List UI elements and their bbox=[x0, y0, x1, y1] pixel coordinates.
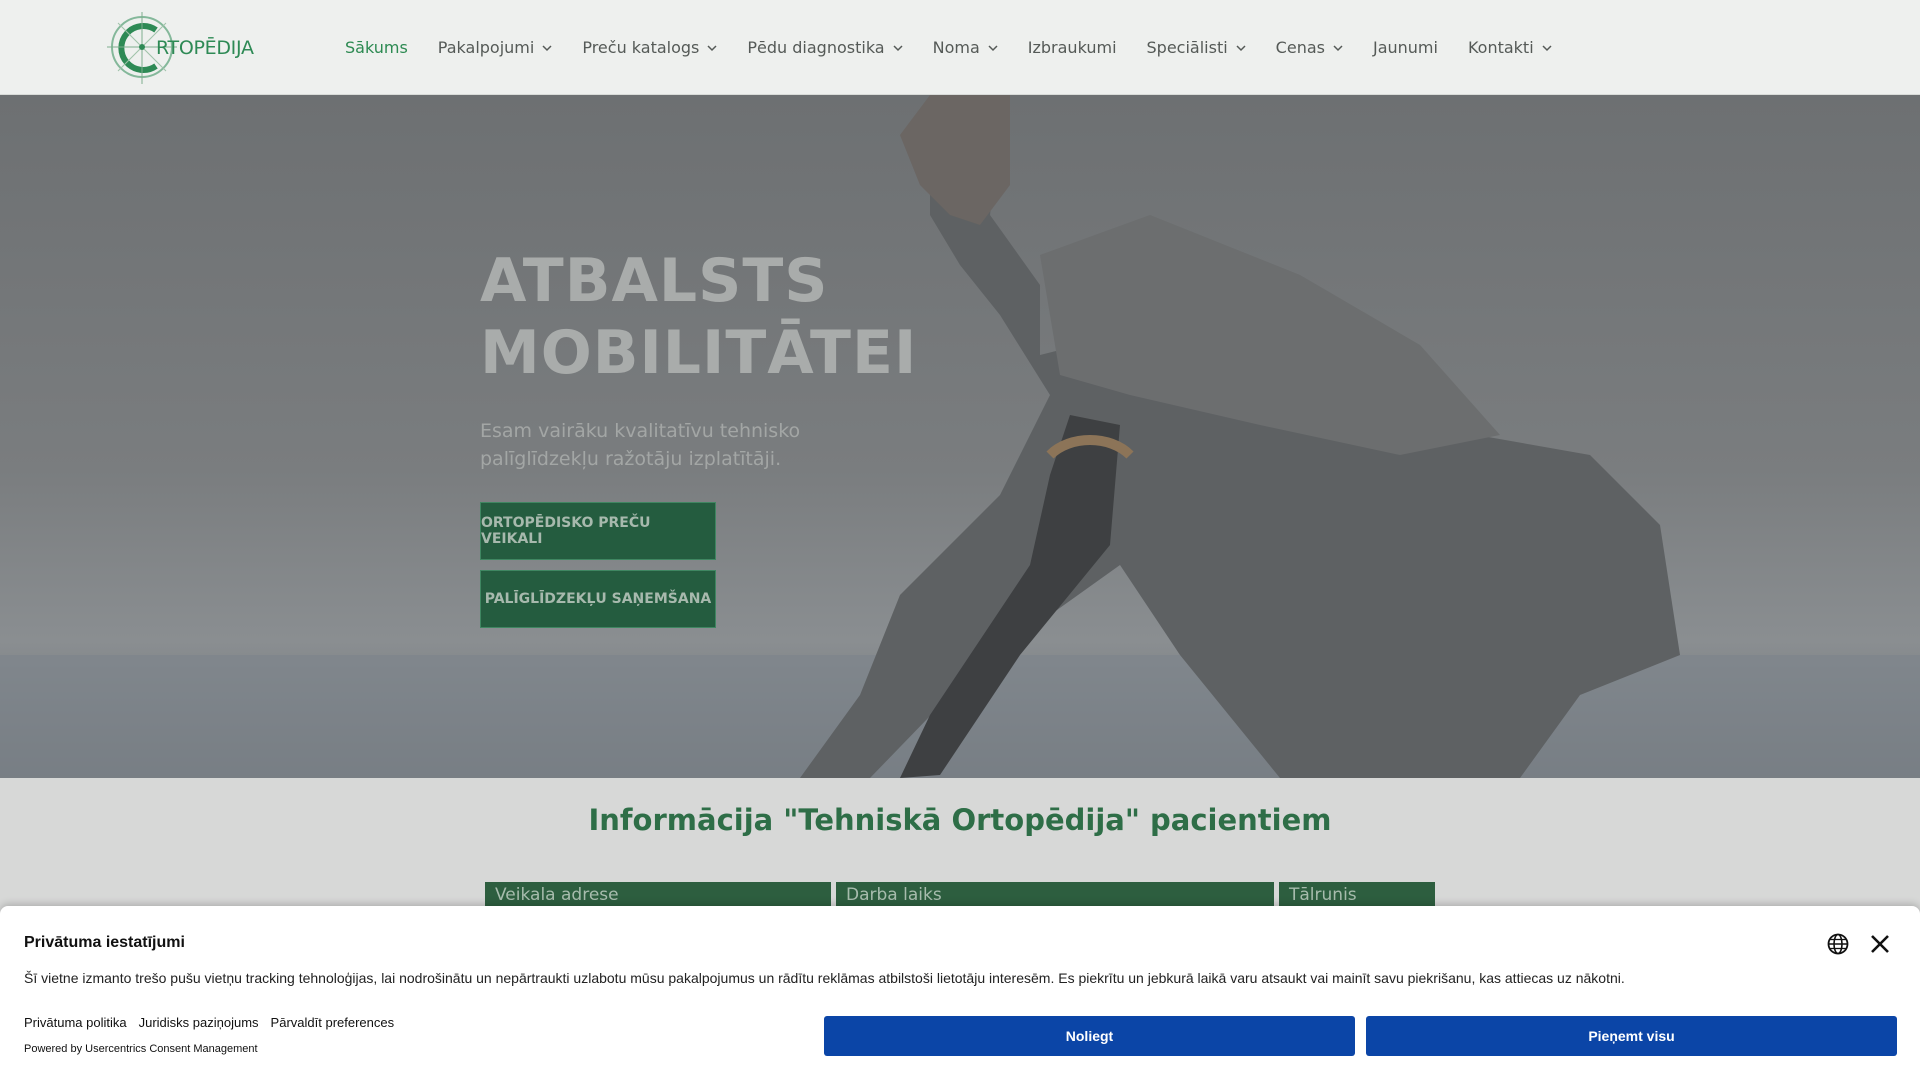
info-title: Informācija "Tehniskā Ortopēdija" pacien… bbox=[588, 803, 1332, 837]
nav-label: Sākums bbox=[345, 38, 408, 57]
chevron-down-icon bbox=[1236, 44, 1246, 51]
orthopedic-shops-button[interactable]: ORTOPĒDISKO PREČU VEIKALI bbox=[480, 502, 716, 560]
powered-by-text: Powered by Usercentrics Consent Manageme… bbox=[24, 1043, 258, 1055]
nav-label: Izbraukumi bbox=[1027, 38, 1117, 57]
accept-all-button[interactable]: Pieņemt visu bbox=[1366, 1016, 1897, 1056]
nav-label: Preču katalogs bbox=[582, 38, 700, 57]
hero-title-line: ATBALSTS bbox=[480, 246, 829, 316]
deny-button[interactable]: Noliegt bbox=[824, 1016, 1355, 1056]
nav-item-precu-katalogs[interactable]: Preču katalogs bbox=[582, 38, 717, 57]
nav-item-specialisti[interactable]: Speciālisti bbox=[1147, 38, 1246, 57]
chevron-down-icon bbox=[893, 44, 903, 51]
logo-text: RTOPĒDIJA bbox=[156, 37, 254, 59]
consent-links: Privātuma politika Juridisks paziņojums … bbox=[24, 1015, 406, 1030]
chevron-down-icon bbox=[707, 44, 717, 51]
nav-label: Jaunumi bbox=[1372, 38, 1438, 57]
nav-item-noma[interactable]: Noma bbox=[933, 38, 998, 57]
hero-athlete-image bbox=[0, 95, 1920, 778]
nav-label: Noma bbox=[932, 38, 980, 57]
chevron-down-icon bbox=[1542, 44, 1552, 51]
site-logo[interactable]: RTOPĒDIJA bbox=[98, 8, 258, 88]
privacy-policy-link[interactable]: Privātuma politika bbox=[24, 1015, 127, 1030]
legal-notice-link[interactable]: Juridisks paziņojums bbox=[139, 1015, 259, 1030]
consent-description: Šī vietne izmanto trešo pušu vietņu trac… bbox=[24, 970, 1625, 986]
site-header: RTOPĒDIJA Sākums Pakalpojumi Preču katal… bbox=[0, 0, 1920, 95]
hero-title-line: MOBILITĀTEI bbox=[480, 318, 918, 388]
aids-receiving-button[interactable]: PALĪGLĪDZEKĻU SAŅEMŠANA bbox=[480, 570, 716, 628]
nav-label: Speciālisti bbox=[1146, 38, 1228, 57]
hero-section: ATBALSTS MOBILITĀTEI Esam vairāku kvalit… bbox=[0, 95, 1920, 778]
hero-subtitle: Esam vairāku kvalitatīvu tehnisko palīgl… bbox=[480, 420, 801, 470]
main-nav: Sākums Pakalpojumi Preču katalogs Pēdu d… bbox=[345, 0, 1582, 95]
nav-item-sakums[interactable]: Sākums bbox=[345, 38, 408, 57]
nav-label: Kontakti bbox=[1467, 38, 1534, 57]
nav-item-jaunumi[interactable]: Jaunumi bbox=[1373, 38, 1438, 57]
privacy-consent-banner: Privātuma iestatījumi Šī vietne izmanto … bbox=[0, 906, 1920, 1080]
nav-item-izbraukumi[interactable]: Izbraukumi bbox=[1028, 38, 1117, 57]
nav-label: Pakalpojumi bbox=[437, 38, 535, 57]
consent-title: Privātuma iestatījumi bbox=[24, 934, 185, 951]
chevron-down-icon bbox=[1333, 44, 1343, 51]
nav-label: Pēdu diagnostika bbox=[747, 38, 885, 57]
language-globe-icon[interactable] bbox=[1826, 932, 1850, 956]
close-icon[interactable] bbox=[1869, 933, 1891, 955]
nav-item-kontakti[interactable]: Kontakti bbox=[1468, 38, 1552, 57]
nav-item-pakalpojumi[interactable]: Pakalpojumi bbox=[438, 38, 553, 57]
chevron-down-icon bbox=[542, 44, 552, 51]
chevron-down-icon bbox=[988, 44, 998, 51]
hero-title: ATBALSTS MOBILITĀTEI bbox=[480, 245, 1080, 389]
nav-item-cenas[interactable]: Cenas bbox=[1276, 38, 1343, 57]
manage-preferences-link[interactable]: Pārvaldīt preferences bbox=[271, 1015, 395, 1030]
nav-label: Cenas bbox=[1275, 38, 1325, 57]
nav-item-pedu-diagnostika[interactable]: Pēdu diagnostika bbox=[747, 38, 903, 57]
